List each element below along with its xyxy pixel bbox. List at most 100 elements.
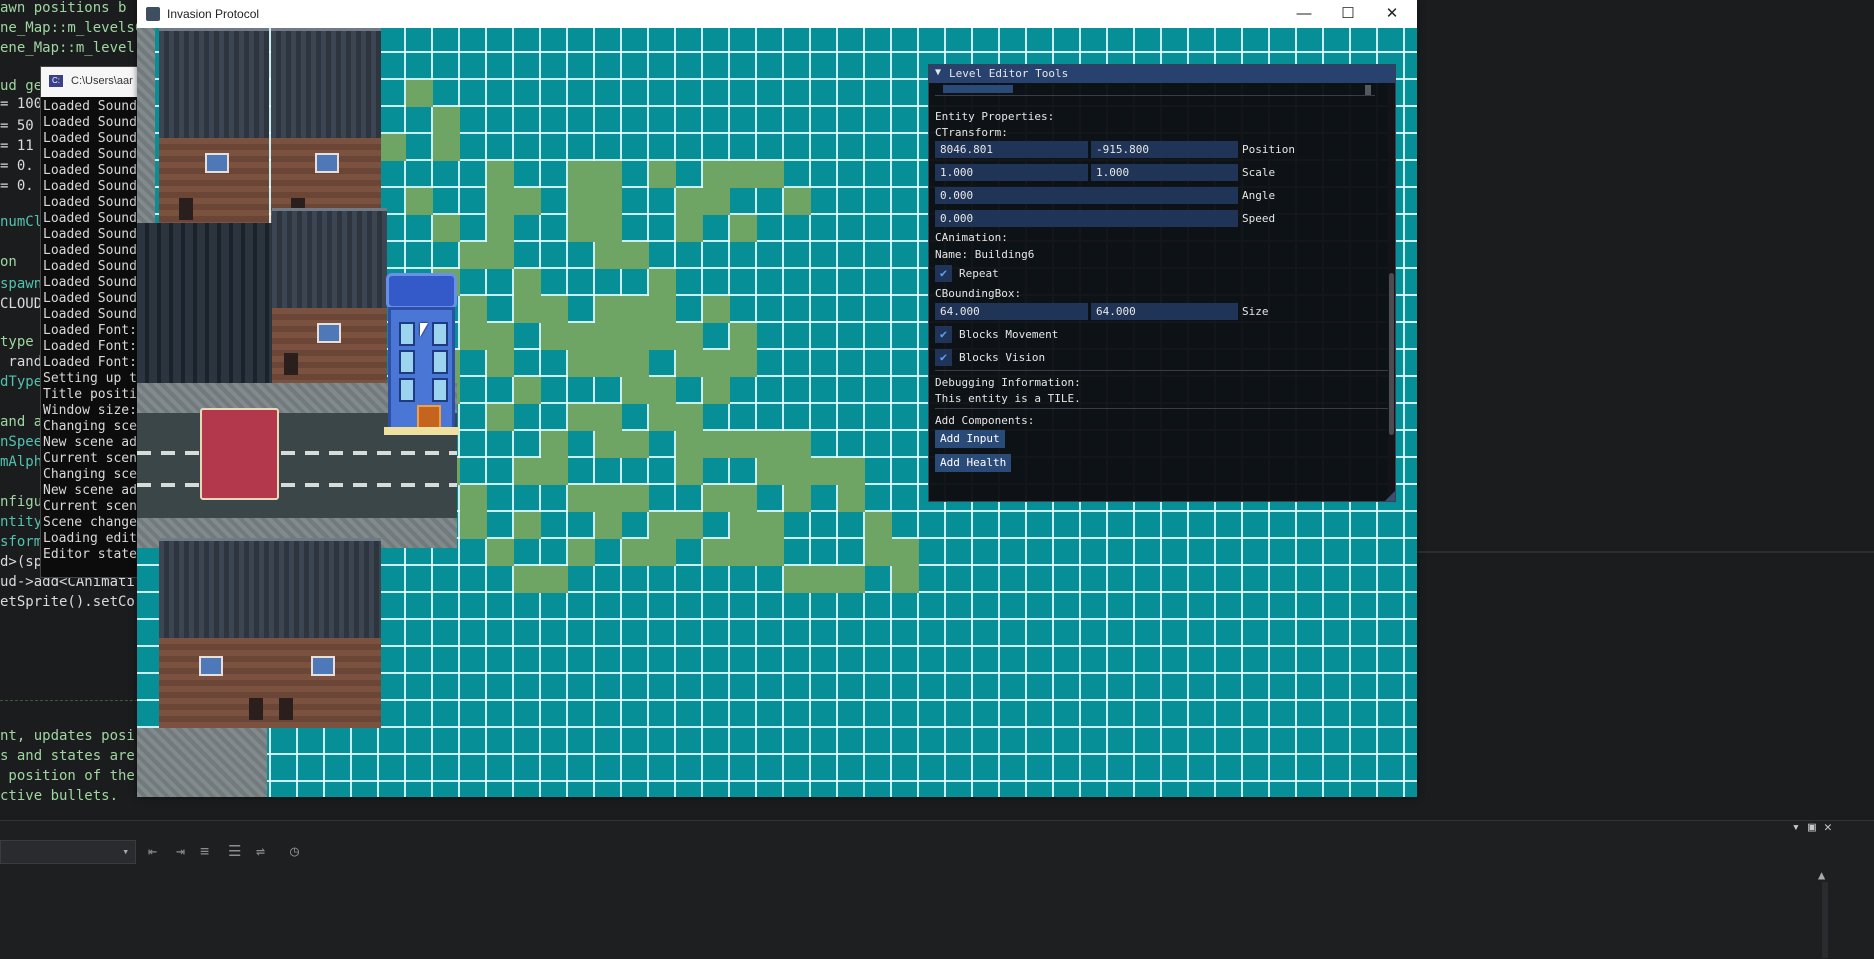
- game-window[interactable]: Invasion Protocol — ☐ ✕ ▼ Level Editor T…: [137, 0, 1417, 797]
- scroll-up-icon[interactable]: ▲: [1818, 868, 1825, 882]
- grass-tile[interactable]: [838, 566, 865, 593]
- grass-tile[interactable]: [595, 188, 622, 215]
- maximize-button[interactable]: ☐: [1326, 3, 1370, 25]
- grass-tile[interactable]: [649, 161, 676, 188]
- grass-tile[interactable]: [514, 296, 541, 323]
- grass-tile[interactable]: [676, 458, 703, 485]
- grass-tile[interactable]: [730, 215, 757, 242]
- building-tile[interactable]: [137, 28, 387, 223]
- grass-tile[interactable]: [838, 458, 865, 485]
- grass-tile[interactable]: [595, 215, 622, 242]
- grass-tile[interactable]: [757, 512, 784, 539]
- grass-tile[interactable]: [433, 134, 460, 161]
- output-source-dropdown[interactable]: ▾: [0, 840, 136, 864]
- panel-close-icon[interactable]: ✕: [1824, 820, 1832, 835]
- speed-input[interactable]: 0.000: [935, 210, 1238, 227]
- toggle-icon[interactable]: ⇌: [256, 842, 265, 860]
- add-health-button[interactable]: Add Health: [935, 454, 1012, 472]
- grass-tile[interactable]: [460, 485, 487, 512]
- grass-tile[interactable]: [622, 323, 649, 350]
- grass-tile[interactable]: [514, 377, 541, 404]
- grass-tile[interactable]: [649, 539, 676, 566]
- grass-tile[interactable]: [757, 539, 784, 566]
- grass-tile[interactable]: [649, 512, 676, 539]
- grass-tile[interactable]: [892, 539, 919, 566]
- entity-list-scroll[interactable]: [935, 85, 1375, 96]
- blocks-movement-checkbox[interactable]: ✔: [935, 326, 952, 343]
- grass-tile[interactable]: [703, 188, 730, 215]
- grass-tile[interactable]: [487, 350, 514, 377]
- grass-tile[interactable]: [514, 188, 541, 215]
- grass-tile[interactable]: [649, 269, 676, 296]
- panel-titlebar[interactable]: ▼ Level Editor Tools: [929, 65, 1395, 83]
- grass-tile[interactable]: [595, 431, 622, 458]
- grass-tile[interactable]: [838, 485, 865, 512]
- grass-tile[interactable]: [703, 377, 730, 404]
- grass-tile[interactable]: [811, 566, 838, 593]
- grass-tile[interactable]: [595, 350, 622, 377]
- grass-tile[interactable]: [406, 188, 433, 215]
- grass-tile[interactable]: [730, 323, 757, 350]
- word-wrap-icon[interactable]: ☰: [228, 842, 241, 860]
- minimize-button[interactable]: —: [1282, 3, 1326, 25]
- grass-tile[interactable]: [784, 566, 811, 593]
- grass-tile[interactable]: [514, 512, 541, 539]
- grass-tile[interactable]: [676, 350, 703, 377]
- grass-tile[interactable]: [730, 431, 757, 458]
- grass-tile[interactable]: [406, 80, 433, 107]
- resize-grip-icon[interactable]: [1385, 491, 1395, 501]
- grass-tile[interactable]: [541, 566, 568, 593]
- panel-scrollbar[interactable]: [1388, 83, 1395, 501]
- grass-tile[interactable]: [433, 107, 460, 134]
- grass-tile[interactable]: [568, 215, 595, 242]
- grass-tile[interactable]: [865, 539, 892, 566]
- shop-tile[interactable]: [137, 223, 272, 383]
- grass-tile[interactable]: [676, 323, 703, 350]
- console-window[interactable]: C: C:\Users\aar Loaded Sound Loaded Sound…: [40, 66, 152, 578]
- grass-tile[interactable]: [649, 404, 676, 431]
- grass-tile[interactable]: [487, 323, 514, 350]
- collapse-triangle-icon[interactable]: ▼: [935, 67, 941, 78]
- grass-tile[interactable]: [568, 539, 595, 566]
- repeat-checkbox[interactable]: ✔: [935, 265, 952, 282]
- grass-tile[interactable]: [487, 188, 514, 215]
- grass-tile[interactable]: [568, 323, 595, 350]
- grass-tile[interactable]: [757, 431, 784, 458]
- grass-tile[interactable]: [622, 377, 649, 404]
- grass-tile[interactable]: [487, 161, 514, 188]
- grass-tile[interactable]: [622, 350, 649, 377]
- grass-tile[interactable]: [568, 188, 595, 215]
- grass-tile[interactable]: [595, 323, 622, 350]
- grass-tile[interactable]: [595, 485, 622, 512]
- grass-tile[interactable]: [757, 458, 784, 485]
- vehicle-sprite[interactable]: [200, 408, 279, 500]
- grass-tile[interactable]: [676, 404, 703, 431]
- position-y-input[interactable]: -915.800: [1091, 141, 1238, 158]
- grass-tile[interactable]: [865, 512, 892, 539]
- output-scrollbar[interactable]: [1822, 882, 1828, 958]
- grass-tile[interactable]: [892, 566, 919, 593]
- grass-tile[interactable]: [622, 296, 649, 323]
- panel-pin-icon[interactable]: ▾: [1792, 820, 1800, 835]
- clear-all-icon[interactable]: ≡: [200, 842, 209, 860]
- add-input-button[interactable]: Add Input: [935, 430, 1005, 448]
- grass-tile[interactable]: [514, 269, 541, 296]
- scrollbar-thumb[interactable]: [1389, 273, 1394, 435]
- grass-tile[interactable]: [703, 539, 730, 566]
- find-previous-icon[interactable]: ⇤: [148, 842, 157, 860]
- grass-tile[interactable]: [460, 323, 487, 350]
- grass-tile[interactable]: [487, 404, 514, 431]
- grass-tile[interactable]: [703, 296, 730, 323]
- position-x-input[interactable]: 8046.801: [935, 141, 1088, 158]
- grass-tile[interactable]: [541, 431, 568, 458]
- grass-tile[interactable]: [460, 296, 487, 323]
- size-y-input[interactable]: 64.000: [1091, 303, 1238, 320]
- grass-tile[interactable]: [730, 512, 757, 539]
- grass-tile[interactable]: [703, 350, 730, 377]
- angle-input[interactable]: 0.000: [935, 187, 1238, 204]
- grass-tile[interactable]: [541, 458, 568, 485]
- grass-tile[interactable]: [541, 323, 568, 350]
- grass-tile[interactable]: [703, 485, 730, 512]
- grass-tile[interactable]: [568, 350, 595, 377]
- find-next-icon[interactable]: ⇥: [176, 842, 185, 860]
